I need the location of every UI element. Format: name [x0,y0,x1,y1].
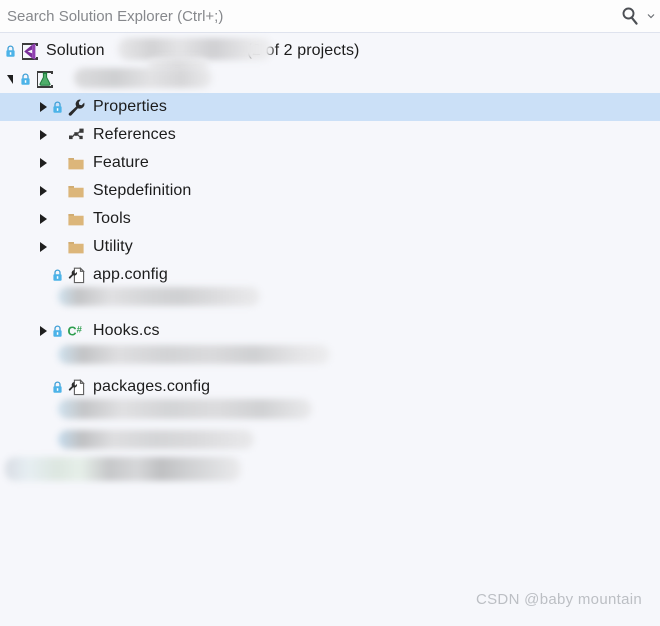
feature-expander[interactable] [36,149,51,177]
folder-icon-glyph [68,241,84,253]
wrench-icon [66,93,87,121]
folder-icon [66,233,87,261]
svg-text:#: # [76,324,82,335]
search-input[interactable] [0,0,617,32]
tree-row-redacted-3[interactable] [0,401,660,429]
tree-row-hooks-cs[interactable]: C # Hooks.cs [0,317,660,345]
tree-row-stepdefinition[interactable]: Stepdefinition [0,177,660,205]
tree-row-packages-config[interactable]: packages.config [0,373,660,401]
lock-icon-glyph [21,72,30,85]
tree-row-redacted-4[interactable] [0,429,660,457]
project-expander[interactable] [4,65,19,93]
chevron-right-icon [40,158,47,168]
config-file-icon [66,373,87,401]
visual-studio-solution-icon [19,37,40,65]
chevron-right-icon [40,326,47,336]
search-bar [0,0,660,33]
lock-icon-glyph [53,100,62,113]
no-expander [36,373,51,401]
lock-icon-glyph [53,268,62,281]
test-project-flask-icon-glyph [36,70,53,88]
folder-icon [66,205,87,233]
no-expander [36,261,51,289]
solution-project-count: (2 of 2 projects) [246,42,360,59]
properties-expander[interactable] [36,93,51,121]
lock-placeholder [51,149,64,177]
chevron-right-icon [40,130,47,140]
tree-row-redacted-2[interactable] [0,345,660,373]
wrench-icon-glyph [68,99,85,116]
lock-icon-glyph [6,44,15,57]
config-file-icon-glyph [68,266,85,283]
chevron-down-icon[interactable] [645,3,657,29]
tree-row-properties[interactable]: Properties [0,93,660,121]
folder-icon [66,177,87,205]
tree-row-utility[interactable]: Utility [0,233,660,261]
solution-explorer-tree: Solution (2 of 2 projects) Properties Re… [0,33,660,485]
tree-row-feature[interactable]: Feature [0,149,660,177]
tree-row-tools[interactable]: Tools [0,205,660,233]
lock-placeholder [51,121,64,149]
search-icon[interactable] [617,3,643,29]
svg-text:C: C [67,324,76,338]
tree-item-label: Stepdefinition [93,182,192,199]
lock-icon-glyph [53,380,62,393]
tree-row-redacted-1[interactable] [0,289,660,317]
tree-item-label: Feature [93,154,149,171]
chevron-right-icon [40,214,47,224]
tree-row-solution[interactable]: Solution (2 of 2 projects) [0,37,660,65]
folder-icon-glyph [68,185,84,197]
folder-icon-glyph [68,157,84,169]
chevron-right-icon [40,242,47,252]
tools-expander[interactable] [36,205,51,233]
chevron-expanded-icon [6,74,13,84]
lock-placeholder [51,205,64,233]
tree-item-label: Tools [93,210,131,227]
config-file-icon [66,261,87,289]
tree-row-redacted-5[interactable] [0,457,660,485]
chevron-right-icon [40,102,47,112]
hooks-expander[interactable] [36,317,51,345]
lock-icon [51,261,64,289]
tree-item-label: packages.config [93,378,211,395]
test-project-flask-icon [34,65,55,93]
tree-row-project[interactable] [0,65,660,93]
csharp-file-icon: C # [66,317,87,345]
solution-label: Solution [46,42,105,59]
config-file-icon-glyph [68,378,85,395]
tree-item-label: Properties [93,98,167,115]
lock-placeholder [51,177,64,205]
tree-row-app-config[interactable]: app.config [0,261,660,289]
folder-icon-glyph [68,213,84,225]
watermark: CSDN @baby mountain [476,591,642,608]
search-icon-glyph [622,7,638,25]
lock-icon [19,65,32,93]
tree-row-references[interactable]: References [0,121,660,149]
references-icon [66,121,87,149]
visual-studio-solution-icon-glyph [21,42,38,60]
references-expander[interactable] [36,121,51,149]
lock-icon [51,373,64,401]
csharp-file-icon-glyph: C # [67,324,82,338]
tree-item-label: Hooks.cs [93,322,160,339]
chevron-down-icon-glyph [647,14,655,19]
stepdefinition-expander[interactable] [36,177,51,205]
lock-icon [51,93,64,121]
references-icon-glyph [69,128,84,139]
tree-item-label: Utility [93,238,133,255]
lock-icon [51,317,64,345]
tree-item-label: app.config [93,266,168,283]
lock-icon-glyph [53,324,62,337]
search-actions [617,0,660,32]
tree-item-label: References [93,126,176,143]
chevron-right-icon [40,186,47,196]
utility-expander[interactable] [36,233,51,261]
lock-icon [4,37,17,65]
lock-placeholder [51,233,64,261]
folder-icon [66,149,87,177]
